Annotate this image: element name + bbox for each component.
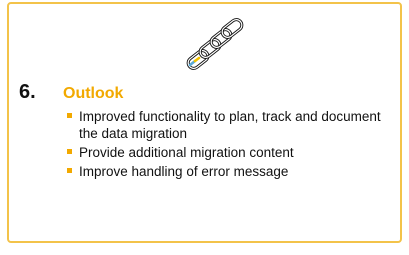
bullet-square-icon [67, 113, 72, 118]
outlook-card: 6. Outlook Improved functionality to pla… [7, 2, 402, 243]
bullet-square-icon [67, 149, 72, 154]
list-item: Provide additional migration content [67, 144, 397, 161]
section-title: Outlook [63, 85, 124, 102]
chain-link-icon [181, 16, 245, 80]
list-item-text: Improve handling of error message [79, 164, 289, 179]
list-item-text: Improved functionality to plan, track an… [79, 109, 381, 141]
outlook-list: Improved functionality to plan, track an… [67, 108, 397, 182]
list-item-text: Provide additional migration content [79, 145, 294, 160]
bullet-square-icon [67, 168, 72, 173]
list-item: Improve handling of error message [67, 163, 397, 180]
section-heading: 6. Outlook [19, 81, 123, 104]
list-item: Improved functionality to plan, track an… [67, 108, 397, 142]
section-number: 6. [19, 81, 36, 103]
